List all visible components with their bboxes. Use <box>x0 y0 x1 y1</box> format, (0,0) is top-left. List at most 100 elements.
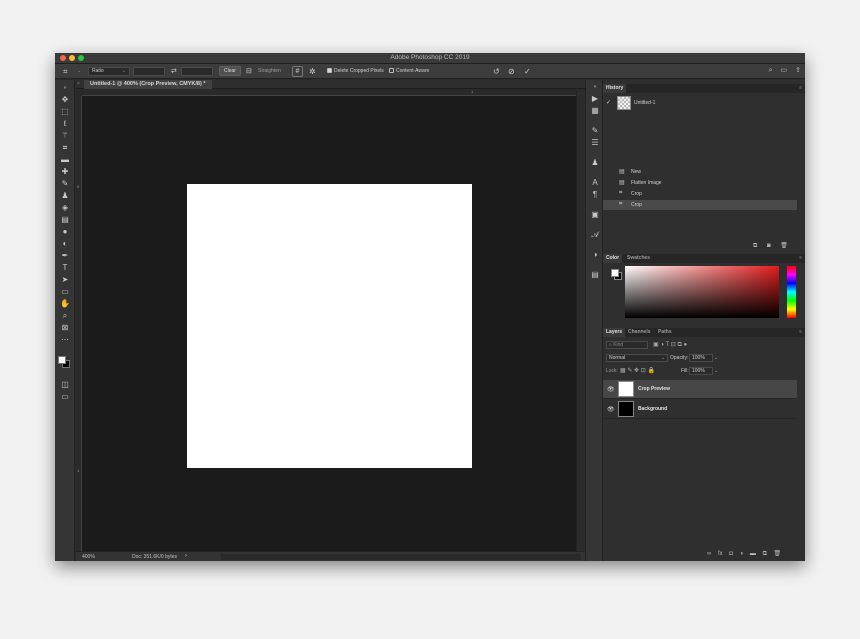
document-tab[interactable]: Untitled-1 @ 400% (Crop Preview, CMYK/8)… <box>84 80 212 89</box>
clone-stamp-tool-icon[interactable]: ♟ <box>59 191 71 201</box>
character-icon[interactable]: A <box>590 178 600 188</box>
lock-brush-icon[interactable]: ✎ <box>627 368 632 374</box>
cancel-icon[interactable]: ⊘ <box>508 67 515 76</box>
swap-arrows-icon[interactable]: ⇄ <box>171 67 177 76</box>
layer-name[interactable]: Background <box>638 406 667 412</box>
eraser-tool-icon[interactable]: ◈ <box>59 203 71 213</box>
history-item[interactable]: ▤ New <box>603 167 797 177</box>
adjust-sliders-icon[interactable]: ☰ <box>590 138 600 148</box>
image-icon[interactable]: ▣ <box>590 210 600 220</box>
chevron-down-icon[interactable]: ⌄ <box>714 367 718 375</box>
history-item-selected[interactable]: ⌗ Crop <box>603 200 797 210</box>
ruler-tool-icon[interactable]: ▬ <box>59 155 71 165</box>
status-menu-arrow-icon[interactable]: › <box>185 553 187 559</box>
vertical-scrollbar[interactable] <box>576 90 585 551</box>
frame-tool-icon[interactable]: ⊠ <box>59 323 71 333</box>
search-icon[interactable]: ⌕ <box>769 67 773 74</box>
adjustment-filter-icon[interactable]: ◑ <box>660 342 664 348</box>
layer-row[interactable]: 👁 Background <box>603 400 797 419</box>
foreground-color-swatch[interactable] <box>611 269 619 277</box>
layer-filter-select[interactable]: ⌕ Kind <box>606 341 648 349</box>
zoom-tool-icon[interactable]: ⌕ <box>59 311 71 321</box>
commit-check-icon[interactable]: ✓ <box>524 67 531 76</box>
panel-menu-icon[interactable]: ≡ <box>799 329 802 335</box>
hue-slider[interactable] <box>787 266 796 318</box>
trash-icon[interactable]: 🗑 <box>774 551 782 557</box>
blend-mode-select[interactable]: Normal ⌄ <box>606 354 668 362</box>
trash-icon[interactable]: 🗑 <box>780 243 788 249</box>
delete-cropped-checkbox[interactable] <box>327 68 332 73</box>
lasso-tool-icon[interactable]: ℓ <box>59 119 71 129</box>
smart-object-filter-icon[interactable]: ⧉ <box>677 342 681 348</box>
foreground-color-swatch[interactable] <box>58 356 66 364</box>
shape-filter-icon[interactable]: ⊡ <box>671 342 676 348</box>
blur-tool-icon[interactable]: ● <box>59 227 71 237</box>
content-aware-option[interactable]: Content-Aware <box>389 67 429 76</box>
fill-input[interactable]: 100% <box>689 367 713 375</box>
layer-name[interactable]: Crop Preview <box>638 386 670 392</box>
camera-icon[interactable]: ◙ <box>767 243 771 249</box>
more-tools-icon[interactable]: ⋯ <box>59 335 71 345</box>
hand-tool-icon[interactable]: ✋ <box>59 299 71 309</box>
color-field[interactable] <box>625 266 779 318</box>
eye-icon[interactable]: 👁 <box>607 406 615 413</box>
tab-paths[interactable]: Paths <box>655 328 675 337</box>
brush-settings-icon[interactable]: ✎ <box>590 126 600 136</box>
lock-position-icon[interactable]: ✥ <box>634 368 639 374</box>
document-canvas[interactable] <box>187 184 472 468</box>
move-tool-icon[interactable]: ✥ <box>59 95 71 105</box>
clone-source-icon[interactable]: ♟ <box>590 158 600 168</box>
delete-cropped-pixels-option[interactable]: Delete Cropped Pixels <box>327 67 384 76</box>
eye-icon[interactable]: 👁 <box>607 386 615 393</box>
healing-brush-tool-icon[interactable]: ✚ <box>59 167 71 177</box>
rectangle-tool-icon[interactable]: ▭ <box>59 287 71 297</box>
tab-layers[interactable]: Layers <box>603 328 626 337</box>
panel-menu-icon[interactable]: ≡ <box>799 85 802 91</box>
filter-toggle-icon[interactable]: ● <box>683 342 687 348</box>
straighten-icon[interactable]: ⊟ <box>246 67 252 76</box>
brush-tool-icon[interactable]: ✎ <box>59 179 71 189</box>
pen-tool-icon[interactable]: ✒ <box>59 251 71 261</box>
overlay-grid-icon[interactable]: # <box>292 66 303 77</box>
ratio-select[interactable]: Ratio ⌄ <box>88 67 130 76</box>
glyphs-icon[interactable]: 𝒜 <box>590 230 600 240</box>
new-document-from-state-icon[interactable]: ⧉ <box>753 243 757 249</box>
dodge-tool-icon[interactable]: ◐ <box>59 239 71 249</box>
histogram-icon[interactable]: ▦ <box>590 106 600 116</box>
share-icon[interactable]: ⇪ <box>795 67 801 74</box>
play-action-icon[interactable]: ▶ <box>590 94 600 104</box>
quick-mask-icon[interactable]: ◫ <box>59 380 71 390</box>
history-item[interactable]: ▤ Flatten Image <box>603 178 797 188</box>
close-tab-icon[interactable]: × <box>77 80 80 89</box>
lock-transparent-icon[interactable]: ▦ <box>620 368 626 374</box>
magic-wand-tool-icon[interactable]: ⚚ <box>59 131 71 141</box>
tab-channels[interactable]: Channels <box>625 328 654 337</box>
tab-color[interactable]: Color <box>603 254 623 263</box>
zoom-level[interactable]: 400% <box>82 554 95 560</box>
canvas-area[interactable] <box>82 96 576 551</box>
type-tool-icon[interactable]: T <box>59 263 71 273</box>
horizontal-scrollbar[interactable] <box>221 554 581 560</box>
gradient-tool-icon[interactable]: ▤ <box>59 215 71 225</box>
marquee-tool-icon[interactable]: ⬚ <box>59 107 71 117</box>
clear-button[interactable]: Clear <box>219 66 241 76</box>
layer-mask-icon[interactable]: ◘ <box>729 551 733 557</box>
layer-row[interactable]: 👁 Crop Preview <box>603 380 797 399</box>
paragraph-icon[interactable]: ¶ <box>590 190 600 200</box>
chevron-down-icon[interactable]: ⌄ <box>714 354 718 362</box>
tab-history[interactable]: History <box>603 84 627 93</box>
crop-tool-icon[interactable]: ⌗ <box>59 143 71 153</box>
crop-preset-icon[interactable]: ⌗ <box>63 67 68 76</box>
link-layers-icon[interactable]: ∞ <box>707 551 711 557</box>
type-filter-icon[interactable]: T <box>666 342 670 348</box>
lock-all-icon[interactable]: 🔒 <box>647 368 654 374</box>
adjustment-layer-icon[interactable]: ◑ <box>740 551 744 557</box>
properties-icon[interactable]: ▤ <box>590 270 600 280</box>
gear-icon[interactable]: ✲ <box>309 67 316 76</box>
tab-swatches[interactable]: Swatches <box>624 254 653 263</box>
pixel-filter-icon[interactable]: ▣ <box>653 342 659 348</box>
history-item[interactable]: ⌗ Crop <box>603 189 797 199</box>
straighten-label[interactable]: Straighten <box>258 67 281 76</box>
content-aware-checkbox[interactable] <box>389 68 394 73</box>
collapse-arrows-icon[interactable]: « <box>590 82 600 92</box>
